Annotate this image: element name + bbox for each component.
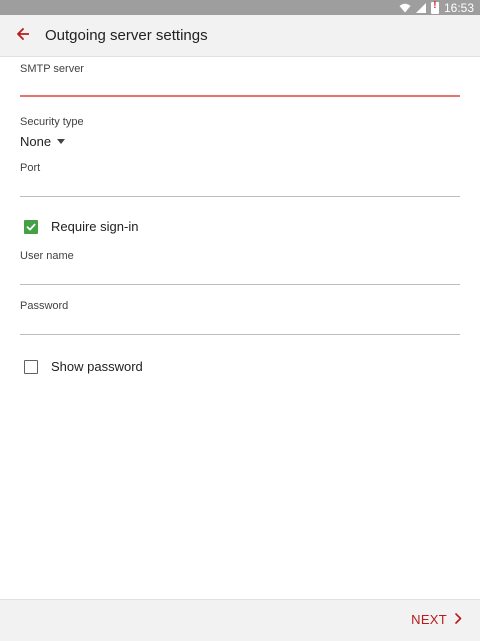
caret-down-icon: [57, 138, 66, 144]
arrow-left-icon: [17, 27, 30, 45]
next-button[interactable]: NEXT: [411, 612, 462, 627]
smtp-server-underline: [20, 95, 460, 97]
port-input[interactable]: [20, 173, 460, 195]
user-name-input[interactable]: [20, 261, 460, 283]
chevron-right-icon: [455, 612, 462, 627]
battery-alert-icon: [430, 0, 439, 14]
security-type-value: None: [20, 133, 52, 149]
back-button[interactable]: [11, 24, 35, 48]
app-bar: Outgoing server settings: [0, 15, 480, 57]
require-signin-row[interactable]: Require sign-in: [24, 219, 138, 234]
security-type-select[interactable]: None: [20, 132, 66, 150]
checkmark-icon: [26, 223, 36, 230]
next-label: NEXT: [411, 612, 447, 627]
require-signin-checkbox[interactable]: [24, 219, 38, 234]
show-password-checkbox[interactable]: [24, 359, 38, 374]
password-input[interactable]: [20, 311, 460, 333]
smtp-server-input[interactable]: [20, 74, 460, 96]
show-password-label: Show password: [51, 359, 143, 374]
password-underline: [20, 334, 460, 335]
show-password-row[interactable]: Show password: [24, 359, 143, 374]
security-type-label: Security type: [20, 116, 84, 128]
signal-icon: [415, 2, 426, 13]
user-name-underline: [20, 284, 460, 285]
page-title: Outgoing server settings: [45, 27, 208, 44]
status-time: 16:53: [443, 0, 474, 15]
status-bar: 16:53: [0, 0, 480, 15]
require-signin-label: Require sign-in: [51, 219, 139, 234]
wifi-icon: [399, 3, 411, 13]
port-underline: [20, 196, 460, 197]
footer-bar: NEXT: [0, 599, 480, 641]
